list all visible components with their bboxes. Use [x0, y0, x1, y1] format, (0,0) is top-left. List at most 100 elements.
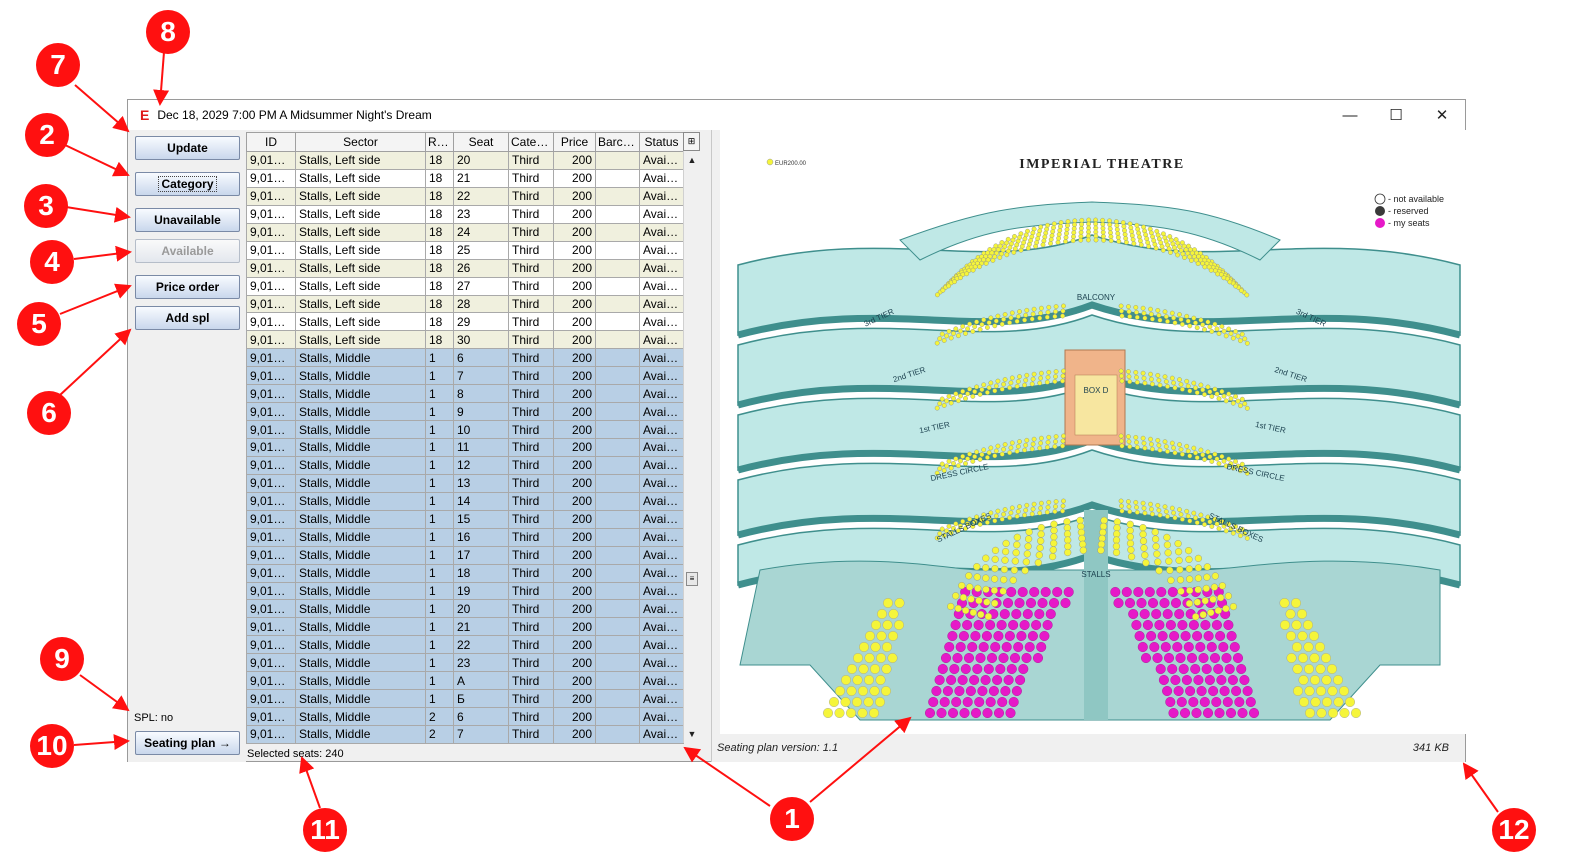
table-row[interactable]: 9,018,... Stalls, Left side 18 23 Third 200 Av… [246, 204, 684, 224]
column-header[interactable]: ID [246, 132, 296, 152]
column-header[interactable]: Status [639, 132, 684, 152]
table-row[interactable]: 9,018,... Stalls, Middle 1 A Third 200 Availa.… [246, 671, 684, 691]
table-row[interactable]: 9,018,... Stalls, Middle 1 11 Third 200 Availa… [246, 438, 684, 457]
table-row[interactable]: 9,018,... Stalls, Middle 2 6 Third 200 Availa.… [246, 707, 684, 726]
scroll-thumb[interactable]: ≡ [686, 572, 698, 586]
table-row[interactable]: 9,018,... Stalls, Middle 2 7 Third 200 Availa.… [246, 725, 684, 744]
table-row[interactable]: 9,018,... Stalls, Middle 1 9 Third 200 Availa.… [246, 402, 684, 422]
table-row[interactable]: 9,018,... Stalls, Left side 18 28 Third 200 Av… [246, 294, 684, 314]
table-row[interactable]: 9,018,... Stalls, Left side 18 30 Third 200 Av… [246, 330, 684, 350]
table-cell-status: Availa... [639, 348, 684, 368]
table-row[interactable]: 9,018,... Stalls, Left side 18 25 Third 200 Av… [246, 240, 684, 260]
seat [972, 324, 978, 330]
table-row[interactable]: 9,018,... Stalls, Middle 1 15 Third 200 Availa… [246, 509, 684, 529]
seat [1053, 309, 1058, 315]
table-scrollbar[interactable]: ▲ ≡ ▼ [683, 132, 700, 743]
callout-3: 3 [24, 184, 68, 228]
seat [1230, 335, 1236, 341]
table-row[interactable]: 9,018,... Stalls, Left side 18 29 Third 200 Av… [246, 312, 684, 332]
column-header[interactable]: Categ... [508, 132, 554, 152]
seat [1142, 315, 1148, 321]
column-header[interactable]: Row [425, 132, 454, 152]
column-control-icon[interactable]: ⊞ [683, 132, 700, 151]
scroll-down-icon[interactable]: ▼ [684, 726, 700, 742]
table-cell-status: Availa... [639, 151, 684, 170]
table-row[interactable]: 9,018,... Stalls, Middle 1 23 Third 200 Availa… [246, 653, 684, 673]
seat [1291, 620, 1302, 631]
table-row[interactable]: 9,018,... Stalls, Middle 1 16 Third 200 Availa… [246, 527, 684, 547]
add-spl-button[interactable]: Add spl [135, 306, 240, 330]
table-cell-status: Availa... [639, 653, 684, 673]
seating-plan-map[interactable]: IMPERIAL THEATRE EUR200.00 - not availab… [720, 130, 1466, 734]
callout-12-arrow [1462, 762, 1499, 813]
table-row[interactable]: 9,018,... Stalls, Middle 1 10 Third 200 Availa… [246, 420, 684, 439]
table-cell-barcode [595, 438, 640, 457]
table-row[interactable]: 9,018,... Stalls, Middle 1 13 Third 200 Availa… [246, 473, 684, 493]
table-row[interactable]: 9,018,... Stalls, Middle 1 17 Third 200 Availa… [246, 545, 684, 565]
seat-my [1005, 708, 1016, 719]
close-button[interactable]: ✕ [1419, 100, 1465, 130]
seat-my [1227, 675, 1238, 686]
table-row[interactable]: 9,018,... Stalls, Middle 1 Б Third 200 Availa.… [246, 689, 684, 709]
seat [1292, 664, 1303, 675]
seat [1014, 513, 1020, 519]
column-header[interactable]: Price [553, 132, 596, 152]
table-row[interactable]: 9,018,... Stalls, Middle 1 7 Third 200 Availa.… [246, 366, 684, 386]
table-row[interactable]: 9,018,... Stalls, Middle 1 12 Third 200 Availa… [246, 455, 684, 475]
column-header[interactable]: Seat [453, 132, 509, 152]
table-row[interactable]: 9,018,... Stalls, Middle 1 19 Third 200 Availa… [246, 581, 684, 601]
table-row[interactable]: 9,018,... Stalls, Middle 1 14 Third 200 Availa… [246, 491, 684, 511]
seat-my [1021, 653, 1032, 664]
seat [1063, 235, 1069, 240]
seat [1239, 396, 1245, 402]
table-row[interactable]: 9,018,... Stalls, Middle 1 8 Third 200 Availa.… [246, 384, 684, 404]
price-order-button[interactable]: Price order [135, 275, 240, 299]
seat [1036, 232, 1042, 238]
seat [1141, 375, 1147, 381]
column-header[interactable]: Sector [295, 132, 426, 152]
seat [939, 396, 945, 402]
seat [959, 593, 968, 602]
seat [967, 321, 973, 327]
minimize-button[interactable]: — [1327, 100, 1373, 130]
seat [1156, 312, 1162, 318]
table-cell-barcode [595, 186, 640, 206]
seat [1171, 380, 1176, 386]
seat [1045, 439, 1051, 445]
table-row[interactable]: 9,018,... Stalls, Middle 1 6 Third 200 Availa.… [246, 348, 684, 368]
table-cell-id: 9,018,... [246, 168, 296, 188]
table-row[interactable]: 9,018,... Stalls, Middle 1 20 Third 200 Availa… [246, 599, 684, 619]
seat [965, 326, 971, 332]
column-header[interactable]: Barco... [595, 132, 640, 152]
table-row[interactable]: 9,018,... Stalls, Left side 18 22 Third 200 Av… [246, 186, 684, 206]
table-row[interactable]: 9,018,... Stalls, Left side 18 27 Third 200 Av… [246, 276, 684, 296]
seat [1178, 381, 1184, 387]
table-cell-row: 2 [425, 725, 454, 744]
seat-my [1211, 620, 1222, 631]
maximize-button[interactable]: ☐ [1373, 100, 1419, 130]
table-row[interactable]: 9,018,... Stalls, Middle 1 21 Third 200 Availa… [246, 617, 684, 637]
seat-my [1226, 631, 1237, 642]
seating-plan-button[interactable]: Seating plan → [135, 731, 240, 755]
seat [1169, 310, 1175, 316]
table-row[interactable]: 9,018,... Stalls, Left side 18 24 Third 200 Av… [246, 222, 684, 242]
available-button[interactable]: Available [135, 239, 240, 263]
table-cell-seat: 23 [453, 204, 509, 224]
table-cell-category: Third [508, 653, 554, 673]
seat-my [1210, 653, 1221, 664]
table-cell-id: 9,018,... [246, 294, 296, 314]
seat [1194, 554, 1203, 563]
spl-status: SPL: no [134, 712, 174, 724]
seat [1221, 458, 1227, 464]
table-row[interactable]: 9,018,... Stalls, Middle 1 18 Third 200 Availa… [246, 563, 684, 583]
unavailable-button[interactable]: Unavailable [135, 208, 240, 232]
table-row[interactable]: 9,018,... Stalls, Left side 18 20 Third 200 Av… [246, 151, 684, 170]
update-button[interactable]: Update [135, 136, 240, 160]
table-row[interactable]: 9,018,... Stalls, Middle 1 22 Third 200 Availa… [246, 635, 684, 655]
table-row[interactable]: 9,018,... Stalls, Left side 18 26 Third 200 Av… [246, 258, 684, 278]
seat-my [1060, 598, 1071, 609]
table-row[interactable]: 9,018,... Stalls, Left side 18 21 Third 200 Av… [246, 168, 684, 188]
scroll-up-icon[interactable]: ▲ [684, 152, 700, 168]
category-button[interactable]: Category [135, 172, 240, 196]
seat-my [999, 609, 1010, 620]
